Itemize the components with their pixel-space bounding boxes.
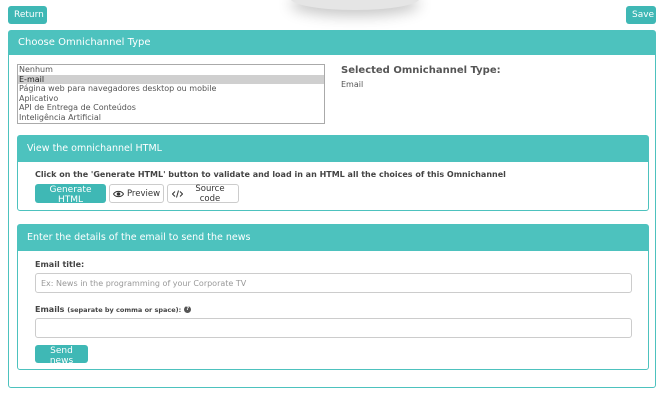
listbox-option[interactable]: Inteligência Artificial	[18, 113, 324, 123]
email-title-input[interactable]	[35, 273, 632, 293]
emails-label: Emails (separate by comma or space): ?	[35, 305, 192, 314]
listbox-option[interactable]: E-mail	[18, 74, 324, 85]
selected-type-value: Email	[341, 80, 364, 89]
top-toolbar: Return Save	[0, 0, 670, 28]
source-code-button[interactable]: Source code	[167, 183, 239, 204]
question-circle-icon[interactable]: ?	[184, 306, 192, 313]
selected-type-label: Selected Omnichannel Type:	[341, 65, 501, 76]
emails-label-text: Emails	[35, 305, 65, 314]
listbox-option[interactable]: Aplicativo	[18, 94, 324, 104]
send-news-button[interactable]: Send news	[35, 345, 88, 366]
omnichannel-type-listbox[interactable]: Nenhum E-mail Página web para navegadores …	[17, 64, 325, 124]
listbox-option[interactable]: Página web para navegadores desktop ou m…	[18, 84, 324, 94]
listbox-option[interactable]: Nenhum	[18, 65, 324, 75]
eye-icon	[112, 190, 124, 198]
generate-html-button[interactable]: Generate HTML	[35, 184, 106, 205]
code-icon	[172, 189, 183, 198]
view-html-header: View the omnichannel HTML	[18, 136, 648, 162]
email-details-card: Enter the details of the email to send t…	[17, 224, 649, 370]
email-details-header: Enter the details of the email to send t…	[18, 225, 648, 251]
source-code-label: Source code	[195, 183, 225, 204]
emails-hint: (separate by comma or space):	[67, 306, 182, 314]
return-button[interactable]: Return	[8, 6, 47, 24]
listbox-option[interactable]: API de Entrega de Conteúdos	[18, 103, 324, 113]
generate-instruction: Click on the 'Generate HTML' button to v…	[35, 170, 506, 179]
omnichannel-panel: Choose Omnichannel Type Nenhum E-mail Pági…	[8, 30, 656, 388]
decorative-shadow	[290, 0, 420, 10]
email-title-label: Email title:	[35, 260, 85, 269]
save-button[interactable]: Save	[626, 6, 656, 24]
emails-input[interactable]	[35, 318, 632, 338]
view-html-card: View the omnichannel HTML Click on the '…	[17, 135, 649, 211]
preview-label: Preview	[126, 188, 161, 199]
omnichannel-panel-header: Choose Omnichannel Type	[9, 31, 655, 55]
preview-button[interactable]: Preview	[109, 184, 164, 203]
